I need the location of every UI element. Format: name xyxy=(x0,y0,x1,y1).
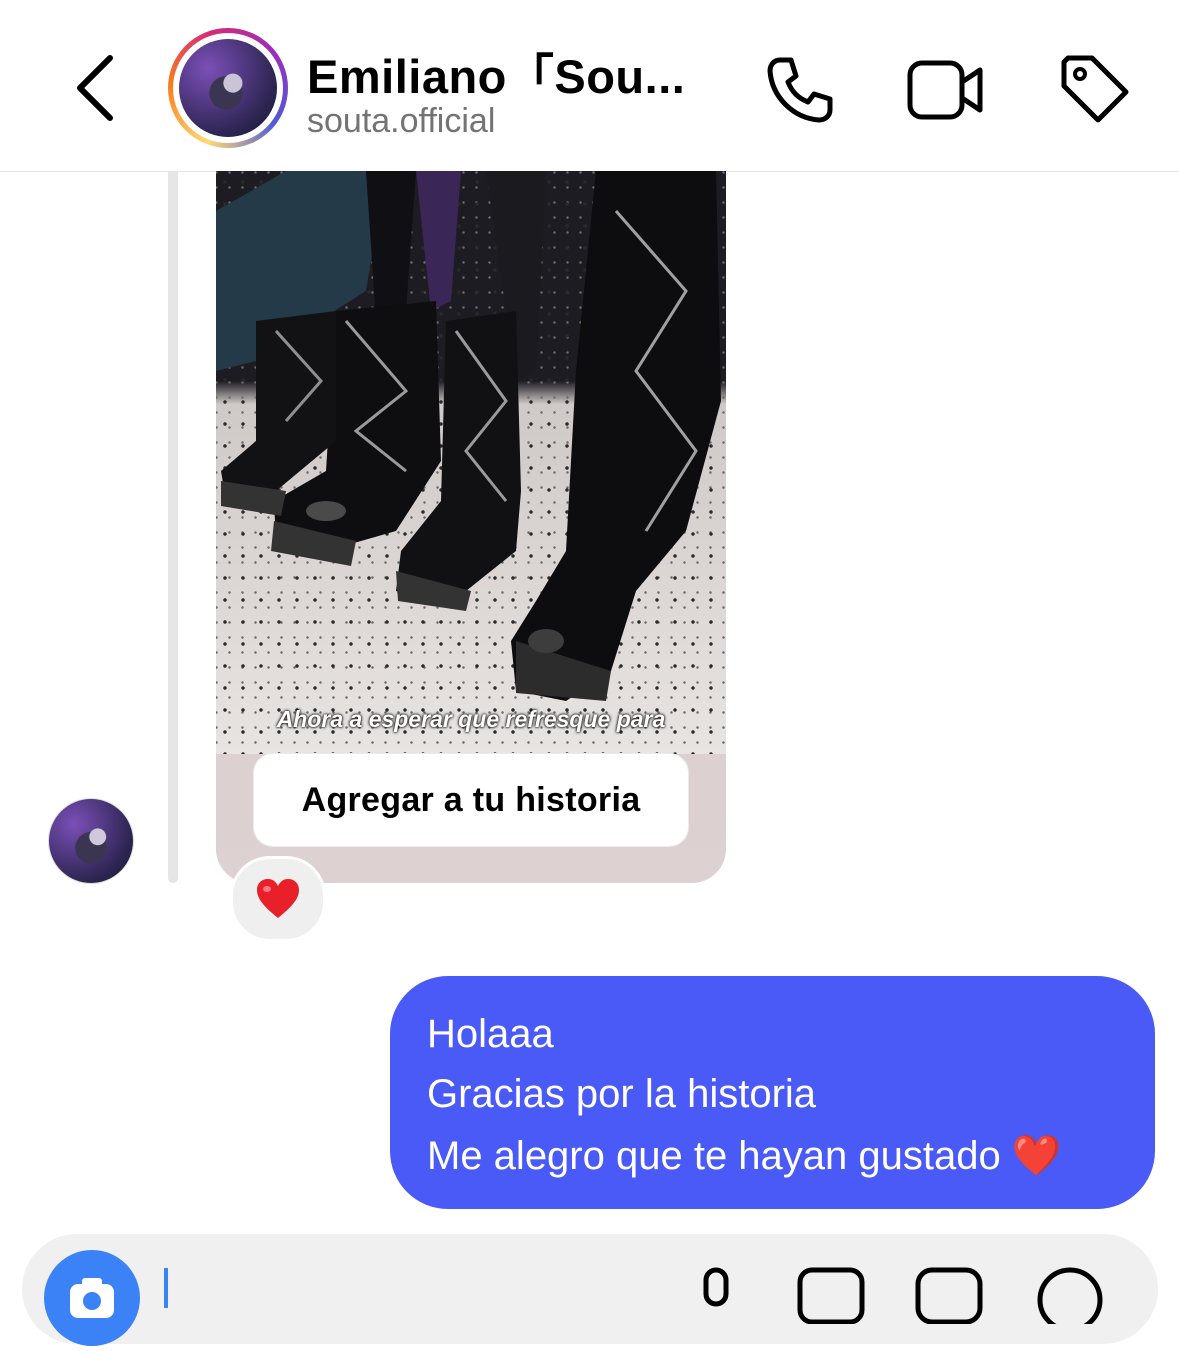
heart-reaction[interactable] xyxy=(230,856,326,942)
camera-icon xyxy=(70,1278,114,1318)
chat-header: Emiliano「Sou... souta.official xyxy=(0,0,1179,172)
story-caption: Ahora a esperar que refresque para xyxy=(276,706,666,732)
contact-username[interactable]: souta.official xyxy=(307,102,495,141)
heart-icon xyxy=(257,879,299,918)
gallery-button[interactable] xyxy=(796,1264,868,1325)
story-image[interactable]: Ahora a esperar que refresque para xyxy=(216,171,726,754)
text-cursor xyxy=(164,1268,168,1308)
message-line: Me alegro que te hayan gustado ❤️ xyxy=(427,1134,1062,1178)
sticker-button[interactable] xyxy=(914,1264,986,1325)
profile-avatar[interactable] xyxy=(168,28,288,148)
microphone-button[interactable] xyxy=(680,1264,752,1324)
video-camera-icon xyxy=(907,60,983,120)
camera-button[interactable] xyxy=(44,1250,140,1346)
back-chevron-icon xyxy=(77,55,113,121)
boots-photo xyxy=(216,171,721,701)
reply-indicator-bar xyxy=(168,171,178,883)
gallery-icon xyxy=(797,1267,865,1325)
call-button[interactable] xyxy=(762,52,838,128)
phone-icon xyxy=(767,57,833,123)
sender-avatar[interactable] xyxy=(48,798,134,884)
add-button[interactable] xyxy=(1034,1264,1106,1333)
contact-name[interactable]: Emiliano「Sou... xyxy=(307,38,727,107)
microphone-icon xyxy=(703,1267,729,1307)
tag-icon xyxy=(1061,55,1129,123)
avatar-image xyxy=(179,39,277,137)
message-composer[interactable] xyxy=(22,1234,1158,1344)
add-to-story-button[interactable]: Agregar a tu historia xyxy=(253,753,689,847)
story-reply-card[interactable]: Ahora a esperar que refresque para Agreg… xyxy=(216,171,726,883)
add-icon xyxy=(1037,1267,1103,1333)
sticker-icon xyxy=(915,1267,983,1325)
back-button[interactable] xyxy=(70,52,122,124)
message-line: Holaaa xyxy=(427,1012,554,1056)
label-button[interactable] xyxy=(1056,52,1132,128)
video-call-button[interactable] xyxy=(906,52,983,128)
message-line: Gracias por la historia xyxy=(427,1072,817,1116)
